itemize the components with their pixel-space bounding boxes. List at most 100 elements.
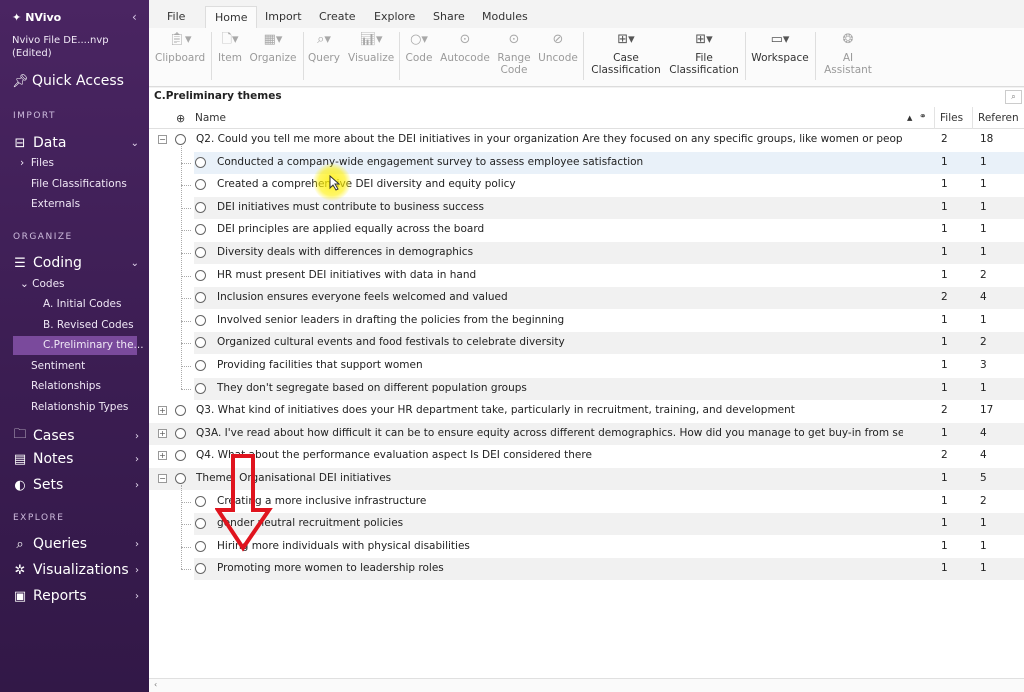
- code-row[interactable]: + Q4. What about the performance evaluati…: [149, 445, 1024, 467]
- scroll-left-icon[interactable]: ‹: [154, 680, 157, 689]
- files-count: 1: [941, 313, 948, 326]
- query-button[interactable]: ⌕▾ Query: [307, 28, 341, 64]
- references-count: 1: [980, 562, 987, 575]
- visualize-button[interactable]: 📊︎▾ Visualize: [348, 28, 394, 64]
- button-label: Range: [497, 52, 531, 64]
- code-button[interactable]: ○▾ Code: [403, 28, 435, 64]
- add-column-icon[interactable]: ⊕: [176, 112, 185, 125]
- tab-share[interactable]: Share: [433, 10, 465, 23]
- clipboard-button[interactable]: 📋︎▾ Clipboard: [155, 28, 205, 64]
- child-code-row[interactable]: Organized cultural events and food festi…: [181, 332, 1024, 355]
- tab-create[interactable]: Create: [319, 10, 356, 23]
- sidebar-item-notes[interactable]: ▤ Notes ›: [13, 451, 139, 467]
- child-code-row[interactable]: They don't segregate based on different …: [181, 377, 1024, 400]
- child-code-row[interactable]: gender neutral recruitment policies 1 1: [181, 513, 1024, 536]
- files-count: 1: [941, 359, 948, 371]
- expand-icon[interactable]: +: [158, 406, 167, 416]
- quick-access-item[interactable]: 📌︎ Quick Access: [12, 73, 124, 89]
- search-icon[interactable]: ⌕: [1005, 90, 1022, 104]
- sort-ascending-icon[interactable]: ▲: [907, 114, 912, 122]
- tab-modules[interactable]: Modules: [482, 10, 528, 23]
- expand-icon[interactable]: +: [158, 451, 167, 461]
- sidebar-item-data[interactable]: ⊟ Data ⌄: [13, 135, 139, 151]
- tree-connector: [181, 230, 191, 232]
- collapse-icon[interactable]: −: [158, 135, 167, 144]
- child-code-row[interactable]: Involved senior leaders in drafting the …: [181, 310, 1024, 332]
- ai-assistant-button[interactable]: ❂ AI Assistant: [821, 28, 875, 76]
- range-code-icon: ⊙: [508, 32, 520, 47]
- files-count: 1: [941, 539, 948, 552]
- child-code-row[interactable]: HR must present DEI initiatives with dat…: [181, 265, 1024, 287]
- sidebar-item-sentiment[interactable]: Sentiment: [31, 360, 85, 372]
- tree-connector: [181, 320, 191, 322]
- references-count: 1: [980, 381, 987, 394]
- code-node-icon: [195, 269, 206, 281]
- code-row[interactable]: + Q3A. I've read about how difficult it c…: [149, 422, 1024, 445]
- code-name: Theme: Organisational DEI initiatives: [196, 472, 392, 484]
- code-row[interactable]: − Q2. Could you tell me more about the DE…: [149, 129, 1024, 151]
- sidebar-item-file-classifications[interactable]: File Classifications: [31, 178, 127, 190]
- code-name: Q4. What about the performance evaluatio…: [196, 449, 592, 462]
- ai-brain-icon: ❂: [842, 32, 854, 47]
- code-row[interactable]: − Theme: Organisational DEI initiatives 1 5: [149, 468, 1024, 490]
- code-node-icon: [195, 382, 206, 394]
- sidebar-item-cases[interactable]: 🗀︎ Cases ›: [13, 425, 139, 447]
- tab-file[interactable]: File: [167, 10, 185, 23]
- file-classification-button[interactable]: ⊞▾ File Classification: [667, 28, 741, 76]
- sidebar-item-label: Data: [33, 135, 67, 151]
- references-count: 2: [980, 268, 987, 281]
- cursor-highlight: [313, 163, 351, 201]
- item-button[interactable]: 🗋︎▾ Item: [217, 28, 243, 64]
- tab-explore[interactable]: Explore: [374, 10, 415, 23]
- range-code-button[interactable]: ⊙ Range Code: [494, 28, 534, 76]
- workspace-button[interactable]: ▭▾ Workspace: [749, 28, 811, 64]
- sidebar-item-revised-codes[interactable]: B. Revised Codes: [43, 319, 134, 331]
- sidebar-item-preliminary-themes[interactable]: C.Preliminary the...: [43, 339, 144, 351]
- autocode-button[interactable]: ⊙ Autocode: [440, 28, 490, 64]
- tab-import[interactable]: Import: [265, 10, 302, 23]
- collapse-icon[interactable]: −: [158, 474, 167, 483]
- project-file-state: (Edited): [12, 48, 52, 59]
- sidebar-item-queries[interactable]: ⌕ Queries ›: [13, 536, 139, 552]
- sidebar-item-relationship-types[interactable]: Relationship Types: [31, 401, 128, 413]
- column-header-references[interactable]: Referen: [978, 112, 1019, 124]
- references-count: 1: [980, 313, 987, 326]
- child-code-row[interactable]: DEI principles are applied equally acros…: [181, 219, 1024, 241]
- sidebar-item-coding[interactable]: ☰ Coding ⌄: [13, 255, 139, 271]
- sidebar-item-codes[interactable]: ⌄ Codes: [20, 278, 65, 290]
- button-label: Code: [500, 64, 528, 76]
- sidebar-item-visualizations[interactable]: ✲ Visualizations ›: [13, 562, 139, 578]
- sidebar-item-label: Queries: [33, 536, 88, 552]
- case-classification-button[interactable]: ⊞▾ Case Classification: [589, 28, 663, 76]
- sidebar-item-externals[interactable]: Externals: [31, 198, 80, 210]
- sidebar-item-label: Coding: [33, 255, 82, 271]
- child-code-row[interactable]: Hiring more individuals with physical di…: [181, 536, 1024, 558]
- code-row[interactable]: + Q3. What kind of initiatives does your …: [149, 400, 1024, 422]
- child-code-row[interactable]: Diversity deals with differences in demo…: [181, 242, 1024, 264]
- tree-connector: [181, 185, 191, 187]
- uncode-button[interactable]: ⊘ Uncode: [537, 28, 579, 64]
- column-header-files[interactable]: Files: [940, 112, 963, 124]
- sidebar-item-relationships[interactable]: Relationships: [31, 380, 101, 392]
- sidebar-item-files[interactable]: › Files: [20, 157, 54, 169]
- organize-section-header: ORGANIZE: [13, 232, 73, 242]
- child-code-row[interactable]: Providing facilities that support women 1…: [181, 355, 1024, 377]
- code-name: Q2. Could you tell me more about the DEI…: [196, 133, 903, 145]
- column-header-name[interactable]: Name: [195, 112, 226, 124]
- document-icon: 🗋︎▾: [221, 32, 239, 47]
- ribbon-separator: [211, 32, 212, 80]
- sidebar-item-sets[interactable]: ◐ Sets ›: [13, 477, 139, 493]
- expand-icon[interactable]: +: [158, 428, 167, 438]
- child-code-row[interactable]: Promoting more women to leadership roles…: [181, 558, 1024, 581]
- file-classification-icon: ⊞▾: [695, 32, 713, 47]
- organize-button[interactable]: ▦▾ Organize: [249, 28, 297, 64]
- collapse-sidebar-icon[interactable]: ‹: [132, 10, 137, 24]
- horizontal-scrollbar[interactable]: ‹: [149, 678, 1024, 692]
- code-name: DEI principles are applied equally acros…: [217, 223, 485, 236]
- tab-home[interactable]: Home: [205, 6, 258, 28]
- child-code-row[interactable]: Inclusion ensures everyone feels welcome…: [181, 287, 1024, 310]
- child-code-row[interactable]: Creating a more inclusive infrastructure…: [181, 491, 1024, 513]
- sidebar-item-initial-codes[interactable]: A. Initial Codes: [43, 298, 121, 310]
- sidebar-item-reports[interactable]: ▣ Reports ›: [13, 588, 139, 604]
- link-icon[interactable]: ⚭: [919, 112, 927, 122]
